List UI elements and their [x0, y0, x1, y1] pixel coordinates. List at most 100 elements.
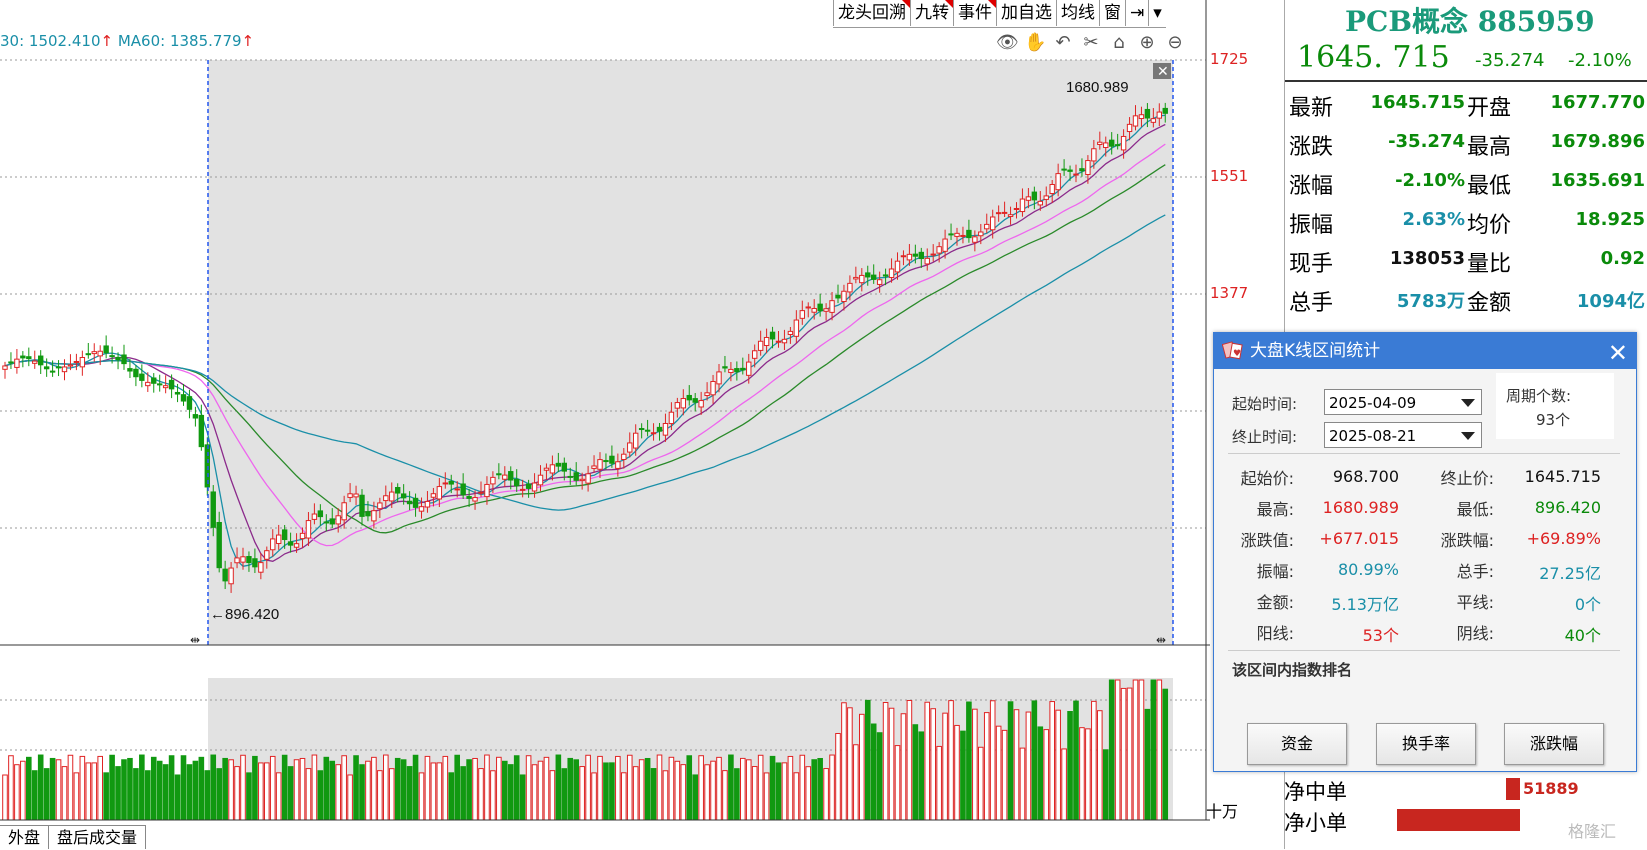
volume-bar	[365, 760, 371, 821]
volume-bar	[258, 762, 264, 821]
volume-bar	[811, 759, 818, 821]
volume-bar	[918, 731, 925, 821]
volume-bar	[537, 760, 544, 821]
candle-body	[698, 400, 704, 408]
rank-button[interactable]: 换手率	[1376, 723, 1476, 765]
volume-bar	[180, 755, 187, 821]
candle-body	[609, 455, 615, 464]
volume-bar	[14, 764, 20, 821]
candle-body	[109, 355, 115, 358]
candle-body	[127, 368, 133, 372]
svg-text:✕: ✕	[1157, 64, 1169, 80]
volume-bar	[751, 766, 758, 821]
candle-body	[680, 398, 686, 409]
range-start-handle[interactable]: ⇹	[190, 633, 200, 647]
volume-bar	[853, 744, 859, 821]
stat-label: 金额:	[1256, 593, 1294, 612]
volume-bar	[716, 756, 722, 821]
candle-body	[299, 532, 306, 540]
quote-key: 量比	[1467, 252, 1512, 277]
candle-body	[1019, 198, 1026, 213]
y-tick-1377: 1377	[1210, 284, 1249, 302]
quote-row: 振幅 2.63% 均价 18.925	[1285, 201, 1647, 241]
candle-body	[502, 474, 508, 480]
rank-button[interactable]: 资金	[1247, 723, 1347, 765]
volume-bar	[418, 772, 425, 821]
range-end-handle[interactable]: ⇹	[1156, 633, 1166, 647]
close-icon[interactable]: ✕	[1608, 335, 1628, 371]
dialog-titlebar[interactable]: ♥ 大盘K线区间统计 ✕	[1214, 333, 1636, 369]
volume-bar	[454, 754, 460, 821]
candle-body	[448, 480, 454, 485]
flow-label: 净中单	[1284, 780, 1347, 804]
quote-key: 总手	[1289, 291, 1334, 316]
candle-body	[8, 361, 14, 364]
candle-body	[192, 414, 199, 419]
bottom-tab[interactable]: 盘后成交量	[49, 825, 147, 849]
candle-body	[1120, 135, 1127, 151]
candle-body	[43, 366, 50, 370]
volume-bar	[692, 774, 699, 821]
candle-body	[966, 229, 972, 239]
volume-bar	[757, 754, 764, 821]
volume-bar	[115, 766, 121, 821]
volume-bar	[876, 732, 883, 821]
volume-bar	[1120, 687, 1127, 821]
candle-body	[317, 510, 324, 518]
quote-value: 1645.715	[1370, 92, 1465, 113]
volume-bar	[936, 745, 942, 821]
volume-bar	[400, 759, 407, 821]
volume-bar	[1132, 679, 1139, 821]
volume-bar	[347, 774, 353, 821]
candle-body	[383, 495, 389, 502]
period-count-box: 周期个数: 93个	[1496, 373, 1614, 439]
volume-bar	[174, 774, 181, 821]
end-time-select[interactable]: 2025-08-21	[1324, 422, 1482, 448]
volume-bar	[1097, 710, 1103, 821]
candle-body	[412, 497, 419, 508]
volume-bar	[496, 756, 502, 821]
candle-body	[460, 483, 466, 496]
volume-bar	[591, 772, 597, 821]
volume-bar	[150, 756, 157, 821]
quote-value: 0.92	[1600, 248, 1645, 269]
dialog-title: 大盘K线区间统计	[1250, 341, 1381, 361]
candle-body	[222, 568, 228, 582]
stat-value: 0个	[1574, 595, 1601, 614]
svg-text:♥: ♥	[1233, 349, 1241, 359]
bottom-tab[interactable]: 外盘	[0, 825, 50, 849]
volume-bar	[1108, 679, 1115, 821]
volume-bar	[912, 724, 919, 821]
volume-bar	[942, 712, 948, 821]
volume-bar	[252, 755, 258, 821]
high-annotation: 1680.989	[1066, 79, 1129, 96]
volume-bar	[621, 772, 627, 821]
candle-body	[1132, 115, 1139, 127]
kline-chart[interactable]: 1680.989 ←896.420 ✕ ⇹ ⇹	[0, 0, 1210, 830]
candle-body	[1013, 207, 1020, 210]
volume-bar	[662, 770, 669, 821]
quote-key: 现手	[1289, 252, 1334, 277]
stat-label: 总手:	[1456, 562, 1494, 581]
start-time-select[interactable]: 2025-04-09	[1324, 389, 1482, 415]
candle-body	[293, 543, 300, 548]
volume-bar	[287, 766, 294, 821]
candle-body	[1162, 107, 1168, 114]
volume-bar	[359, 764, 365, 821]
volume-bar	[698, 755, 704, 821]
volume-bar	[1061, 748, 1067, 821]
close-selection-icon[interactable]: ✕	[1153, 63, 1171, 80]
app-logo-icon: ♥	[1222, 341, 1243, 360]
volume-bar	[597, 755, 603, 821]
candle-body	[1138, 114, 1145, 120]
volume-bar	[216, 768, 222, 821]
candle-body	[2, 365, 8, 370]
candle-body	[811, 307, 817, 313]
quote-key: 振幅	[1289, 213, 1334, 238]
low-annotation: ←896.420	[210, 606, 279, 623]
candle-body	[567, 475, 573, 478]
rank-button[interactable]: 涨跌幅	[1504, 723, 1604, 765]
stat-value: 1680.989	[1322, 498, 1399, 517]
volume-bar	[769, 755, 776, 821]
volume-bar	[531, 764, 538, 821]
